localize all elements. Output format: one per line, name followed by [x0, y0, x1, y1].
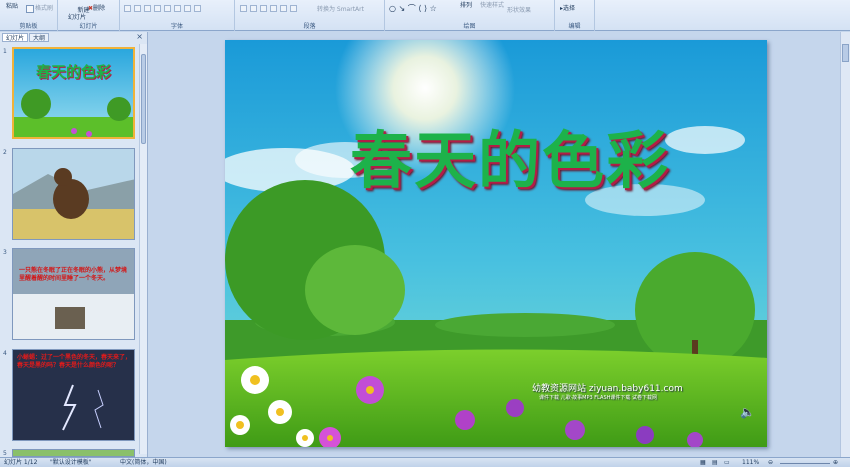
columns-icon[interactable] — [280, 5, 287, 12]
language-status[interactable]: 中文(简体，中国) — [120, 458, 167, 467]
convert-smartart-button[interactable]: 转换为 SmartArt — [317, 4, 364, 13]
thumb-number: 2 — [3, 149, 7, 156]
drawing-group-label: 绘图 — [463, 23, 476, 30]
paste-label: 粘贴 — [6, 3, 19, 10]
shapes-icon: ○ ↘ ⌒ ⟨ ⟩ ☆ — [389, 4, 437, 13]
paragraph-tools — [240, 5, 300, 12]
brush-icon — [26, 4, 34, 13]
delete-slide-button[interactable]: ✖删除 — [88, 3, 105, 12]
zoom-in-icon[interactable]: ⊕ — [833, 458, 838, 467]
slide-thumb-2[interactable] — [12, 148, 135, 240]
underline-icon[interactable] — [144, 5, 151, 12]
view-normal-icon[interactable]: ▦ — [700, 458, 706, 467]
font-group: 字体 — [120, 0, 235, 31]
clipboard-group-label: 剪贴板 — [19, 23, 38, 30]
strikethrough-icon[interactable] — [154, 5, 161, 12]
font-color-icon[interactable] — [194, 5, 201, 12]
thumb-3-snow-art — [13, 249, 134, 339]
slide-thumb-3[interactable]: 一只熊在冬眠了正在冬眠的小熊，从梦境里醒着醒的时间里睡了一个冬天。 — [12, 248, 135, 340]
slides-group: 新建 幻灯片 ✖删除 幻灯片 — [58, 0, 120, 31]
italic-icon[interactable] — [134, 5, 141, 12]
drawing-group: ○ ↘ ⌒ ⟨ ⟩ ☆ 排列 快速样式 形状效果 绘图 — [385, 0, 555, 31]
zoom-out-icon[interactable]: ⊖ — [768, 458, 773, 467]
editing-group: ▸选择 编辑 — [555, 0, 595, 31]
case-icon[interactable] — [184, 5, 191, 12]
panel-scroll-knob[interactable] — [141, 54, 146, 144]
line-spacing-icon[interactable] — [290, 5, 297, 12]
quick-styles-label: 快速样式 — [480, 2, 505, 9]
editor-scrollbar[interactable] — [840, 32, 850, 457]
format-painter-button[interactable]: 格式刷 — [26, 3, 53, 13]
bold-icon[interactable] — [124, 5, 131, 12]
slide-thumb-1[interactable]: 春天的色彩 — [12, 47, 135, 139]
zoom-slider[interactable] — [780, 463, 830, 464]
tab-slides[interactable]: 幻灯片 — [2, 33, 29, 42]
shadow-icon[interactable] — [164, 5, 171, 12]
shape-effects-label: 形状效果 — [507, 7, 532, 14]
slide-title[interactable]: 春天的色彩 — [330, 110, 690, 200]
arrange-button[interactable]: 排列 — [460, 0, 472, 9]
editor-scroll-knob[interactable] — [842, 44, 849, 62]
thumb-4-text: 小蜥蜴：过了一个黑色的冬天，春天来了，春天是黑的吗？春天是什么颜色的呢？ — [17, 354, 132, 369]
shapes-gallery[interactable]: ○ ↘ ⌒ ⟨ ⟩ ☆ — [389, 3, 437, 14]
thumb-number: 1 — [3, 48, 7, 55]
paste-button[interactable]: 粘贴 — [6, 1, 18, 10]
panel-scrollbar[interactable] — [139, 44, 147, 454]
justify-icon[interactable] — [270, 5, 277, 12]
delete-label: 删除 — [93, 5, 106, 12]
clipboard-group: 粘贴 格式刷 剪贴板 — [0, 0, 58, 31]
thumb-2-bear-art — [13, 149, 134, 239]
slide-background-art — [225, 40, 767, 447]
convert-smartart-label: 转换为 SmartArt — [317, 6, 364, 13]
font-group-label: 字体 — [170, 23, 183, 30]
tab-outline[interactable]: 大纲 — [29, 33, 50, 42]
slides-group-label: 幻灯片 — [79, 23, 98, 30]
status-bar: 幻灯片 1/12 "默认设计模板" 中文(简体，中国) ▦ ▤ ▭ 111% ⊖… — [0, 457, 850, 467]
slide-thumb-5[interactable] — [12, 449, 135, 457]
thumb-number: 3 — [3, 249, 7, 256]
shape-effects-button[interactable]: 形状效果 — [507, 5, 531, 14]
thumb-3-text: 一只熊在冬眠了正在冬眠的小熊，从梦境里醒着醒的时间里睡了一个冬天。 — [19, 267, 128, 282]
slide-canvas[interactable]: 春天的色彩 幼教资源网站 ziyuan.baby611.com 课件下载 儿歌·… — [225, 40, 767, 447]
align-left-icon[interactable] — [240, 5, 247, 12]
view-slideshow-icon[interactable]: ▭ — [724, 458, 730, 467]
new-slide-label: 新建 幻灯片 — [67, 7, 90, 21]
panel-tabs: 幻灯片 大纲 — [2, 33, 50, 42]
select-button[interactable]: ▸选择 — [560, 3, 575, 12]
speaker-icon[interactable]: 🔈 — [740, 405, 755, 419]
zoom-level[interactable]: 111% — [742, 458, 759, 467]
arrange-label: 排列 — [460, 2, 473, 9]
format-painter-label: 格式刷 — [35, 5, 54, 12]
close-icon[interactable]: × — [136, 32, 143, 41]
slides-panel: 幻灯片 大纲 × 1 春天的色彩 2 3 一只熊在冬眠了正在冬眠的小熊，从梦境里… — [0, 32, 148, 457]
paragraph-group: 转换为 SmartArt 段落 — [235, 0, 385, 31]
align-right-icon[interactable] — [260, 5, 267, 12]
slide-counter: 幻灯片 1/12 — [4, 459, 38, 466]
editing-group-label: 编辑 — [568, 23, 581, 30]
spacing-icon[interactable] — [174, 5, 181, 12]
view-sorter-icon[interactable]: ▤ — [712, 458, 718, 467]
thumb-number: 5 — [3, 450, 7, 457]
paragraph-group-label: 段落 — [303, 23, 316, 30]
font-tools — [124, 5, 204, 12]
thumb-5-art — [13, 450, 134, 456]
select-label: 选择 — [563, 5, 576, 12]
website-subtext: 课件下载 儿歌·故事MP3 FLASH课件下载 试卷下载网 — [539, 395, 658, 401]
website-watermark: 幼教资源网站 ziyuan.baby611.com — [532, 384, 683, 394]
align-center-icon[interactable] — [250, 5, 257, 12]
quick-styles-button[interactable]: 快速样式 — [480, 0, 504, 9]
slide-thumb-4[interactable]: 小蜥蜴：过了一个黑色的冬天，春天来了，春天是黑的吗？春天是什么颜色的呢？ — [12, 349, 135, 441]
ribbon: 粘贴 格式刷 剪贴板 新建 幻灯片 ✖删除 幻灯片 字体 转换为 SmartAr… — [0, 0, 850, 31]
thumb-1-title: 春天的色彩 — [36, 63, 112, 81]
theme-name: "默认设计模板" — [50, 459, 92, 466]
thumb-number: 4 — [3, 350, 7, 357]
